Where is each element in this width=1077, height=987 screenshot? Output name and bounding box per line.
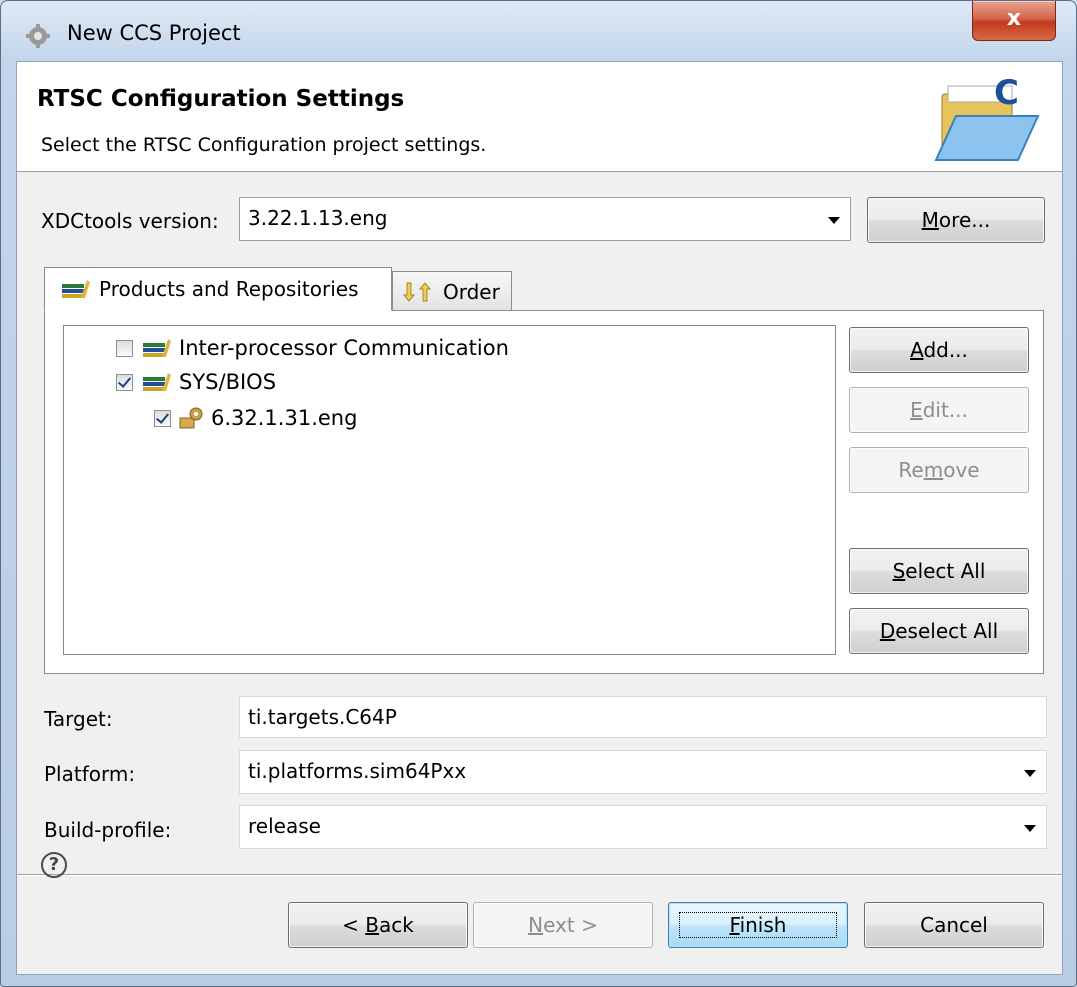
tree-item[interactable]: 6.32.1.31.eng [154, 406, 357, 430]
footer-separator [17, 874, 1062, 876]
checkbox[interactable] [116, 339, 133, 357]
help-icon[interactable]: ? [41, 852, 67, 878]
page-title: RTSC Configuration Settings [37, 86, 405, 112]
chevron-down-icon[interactable] [1024, 825, 1036, 832]
svg-text:C: C [994, 73, 1019, 113]
edit-mnemonic: E [910, 398, 923, 422]
finish-label: inish [739, 913, 787, 937]
select-all-mnemonic: S [892, 559, 906, 583]
platform-select[interactable]: ti.platforms.sim64Pxx [239, 750, 1047, 794]
target-value: ti.targets.C64P [248, 705, 397, 729]
cancel-button[interactable]: Cancel [864, 902, 1044, 948]
remove-pre: Re [898, 458, 924, 482]
finish-button[interactable]: Finish [668, 902, 848, 948]
chevron-down-icon[interactable] [1024, 770, 1036, 777]
books-icon [143, 373, 171, 391]
tree-item-label: Inter-processor Communication [179, 336, 509, 360]
checkbox[interactable] [116, 373, 133, 391]
tree-item-label: 6.32.1.31.eng [211, 406, 358, 430]
remove-mnemonic: m [923, 458, 944, 482]
platform-label: Platform: [44, 762, 136, 786]
add-mnemonic: A [910, 338, 924, 362]
remove-label: ove [943, 458, 980, 482]
back-button[interactable]: < Back [288, 902, 468, 948]
tab-order[interactable]: Order [392, 271, 512, 311]
more-mnemonic: M [921, 208, 939, 232]
build-profile-value: release [248, 814, 321, 838]
target-label: Target: [44, 707, 113, 731]
tab-products-and-repositories[interactable]: Products and Repositories [44, 267, 392, 311]
package-gear-icon [179, 407, 203, 429]
back-pre: < [342, 913, 366, 937]
tree-item[interactable]: Inter-processor Communication [116, 336, 509, 360]
edit-label: dit... [922, 398, 968, 422]
dialog-client-area: RTSC Configuration Settings Select the R… [16, 61, 1063, 975]
back-label: ack [379, 913, 414, 937]
target-field[interactable]: ti.targets.C64P [239, 696, 1047, 738]
page-description: Select the RTSC Configuration project se… [41, 134, 487, 156]
finish-mnemonic: F [729, 913, 740, 937]
deselect-all-mnemonic: D [879, 619, 896, 643]
more-button[interactable]: More... [867, 197, 1045, 243]
window-title: New CCS Project [67, 21, 241, 45]
xdctools-version-select[interactable]: 3.22.1.13.eng [239, 197, 851, 241]
dialog-window: New CCS Project x RTSC Configuration Set… [0, 0, 1077, 987]
tab-label: Order [443, 279, 500, 304]
tree-item-label: SYS/BIOS [179, 370, 277, 394]
tree-item[interactable]: SYS/BIOS [116, 370, 276, 394]
books-icon [62, 280, 90, 298]
xdctools-version-label: XDCtools version: [41, 209, 219, 233]
build-profile-select[interactable]: release [239, 805, 1047, 849]
build-profile-label: Build-profile: [44, 818, 172, 842]
back-mnemonic: B [365, 913, 379, 937]
add-label: dd... [923, 338, 968, 362]
books-icon [143, 339, 171, 357]
checkbox[interactable] [154, 409, 171, 427]
title-bar[interactable]: New CCS Project x [1, 1, 1076, 61]
deselect-all-button[interactable]: Deselect All [849, 608, 1029, 654]
products-tree[interactable]: Inter-processor Communication SYS/BIOS 6… [63, 325, 836, 655]
next-button[interactable]: Next > [473, 902, 653, 948]
select-all-button[interactable]: Select All [849, 548, 1029, 594]
wizard-banner: RTSC Configuration Settings Select the R… [17, 62, 1062, 172]
chevron-down-icon[interactable] [828, 217, 840, 224]
tab-label: Products and Repositories [99, 277, 359, 301]
cancel-label: Cancel [920, 913, 988, 937]
app-gear-icon [26, 24, 50, 48]
next-label: ext > [543, 913, 598, 937]
remove-button[interactable]: Remove [849, 447, 1029, 493]
xdctools-version-value: 3.22.1.13.eng [248, 206, 388, 230]
edit-button[interactable]: Edit... [849, 387, 1029, 433]
close-icon: x [1006, 6, 1022, 31]
platform-value: ti.platforms.sim64Pxx [248, 759, 467, 783]
add-button[interactable]: Add... [849, 327, 1029, 373]
order-arrows-icon [403, 281, 432, 302]
close-button[interactable]: x [972, 1, 1056, 41]
more-label: ore... [938, 208, 991, 232]
select-all-label: elect All [905, 559, 986, 583]
deselect-all-label: eselect All [895, 619, 999, 643]
next-mnemonic: N [528, 913, 544, 937]
folder-c-icon: C [934, 73, 1040, 161]
